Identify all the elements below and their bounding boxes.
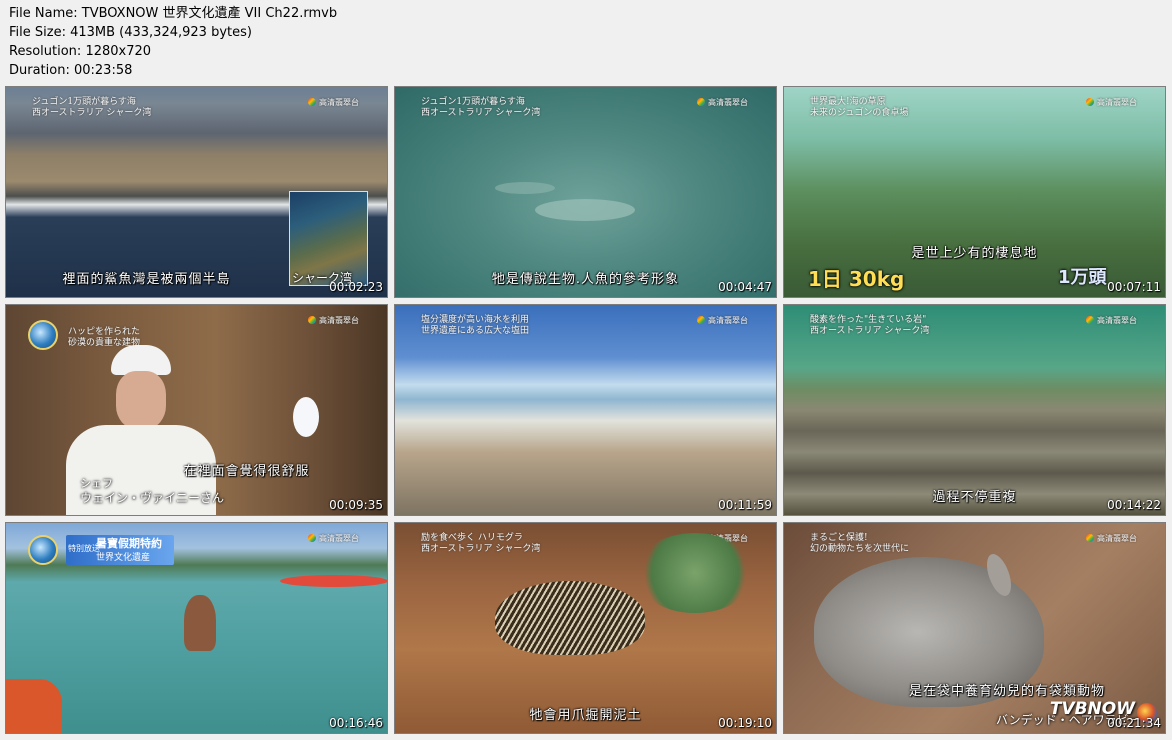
timestamp: 00:07:11	[1107, 280, 1161, 294]
station-logo: 高清翡翠台	[697, 97, 748, 108]
thumbnail-2[interactable]: ジュゴン1万頭が暮らす海 西オーストラリア シャーク湾 高清翡翠台 牠是傳說生物…	[394, 86, 777, 298]
plant-shape	[635, 533, 755, 613]
station-logo: 高清翡翠台	[308, 315, 359, 326]
thumbnail-9[interactable]: まるごと保護! 幻の動物たちを次世代に 高清翡翠台 是在袋中養育幼兒的有袋類動物…	[783, 522, 1166, 734]
kayak-shape	[6, 679, 62, 733]
station-logo: 高清翡翠台	[697, 315, 748, 326]
thumbnail-subtitle: 是世上少有的棲息地	[911, 246, 1038, 261]
thumbnail-caption: 酸素を作った"生きている岩" 西オーストラリア シャーク湾	[810, 315, 930, 336]
chef-name: ウェイン・ヴァイニーさん	[80, 491, 225, 505]
thumbnail-4[interactable]: ハッピを作られた 砂漠の貴重な建物 高清翡翠台 シェフ ウェイン・ヴァイニーさん…	[5, 304, 388, 516]
swimmer-figure	[184, 595, 216, 651]
thumbnail-subtitle: 在裡面會覺得很舒服	[183, 464, 310, 479]
thumbnail-6[interactable]: 酸素を作った"生きている岩" 西オーストラリア シャーク湾 高清翡翠台 過程不停…	[783, 304, 1166, 516]
timestamp: 00:19:10	[718, 716, 772, 730]
station-logo: 高清翡翠台	[1086, 533, 1137, 544]
program-globe-icon	[28, 320, 58, 350]
dugong-shape	[535, 199, 635, 221]
thumbnail-8[interactable]: 励を食べ歩く ハリモグラ 西オーストラリア シャーク湾 高清翡翠台 牠會用爪掘開…	[394, 522, 777, 734]
timestamp: 00:02:23	[329, 280, 383, 294]
thumbnail-caption: 塩分濃度が高い海水を利用 世界遺産にある広大な塩田	[421, 315, 530, 336]
program-globe-icon	[28, 535, 58, 565]
thumbnail-caption: まるごと保護! 幻の動物たちを次世代に	[810, 533, 910, 554]
echidna-shape	[495, 581, 645, 655]
file-size: File Size: 413MB (433,324,923 bytes)	[9, 25, 252, 40]
daily-intake-number: 1日 30kg	[808, 267, 905, 291]
thumbnail-caption: ジュゴン1万頭が暮らす海 西オーストラリア シャーク湾	[421, 97, 541, 118]
timestamp: 00:14:22	[1107, 498, 1161, 512]
station-logo: 高清翡翠台	[308, 533, 359, 544]
duration: Duration: 00:23:58	[9, 63, 133, 78]
timestamp: 00:16:46	[329, 716, 383, 730]
dugong-shape	[495, 182, 555, 194]
thumbnail-1[interactable]: ジュゴン1万頭が暮らす海 西オーストラリア シャーク湾 高清翡翠台 シャーク湾 …	[5, 86, 388, 298]
station-logo: 高清翡翠台	[1086, 315, 1137, 326]
thumbnail-subtitle: 是在袋中養育幼兒的有袋類動物	[908, 684, 1105, 699]
resolution: Resolution: 1280x720	[9, 44, 152, 59]
file-name: File Name: TVBOXNOW 世界文化遺產 VII Ch22.rmvb	[9, 6, 338, 21]
population-number: 1万頭	[1058, 267, 1107, 288]
station-logo: 高清翡翠台	[308, 97, 359, 108]
thumbnail-3[interactable]: 世界最大!海の草原 未来のジュゴンの食卓場 高清翡翠台 1日 30kg 1万頭 …	[783, 86, 1166, 298]
station-logo: 高清翡翠台	[1086, 97, 1137, 108]
thumbnail-5[interactable]: 塩分濃度が高い海水を利用 世界遺産にある広大な塩田 高清翡翠台 00:11:59	[394, 304, 777, 516]
thumbnail-7[interactable]: 特別放送 暑寶假期特約 世界文化遺産 高清翡翠台 00:16:46	[5, 522, 388, 734]
file-info: File Name: TVBOXNOW 世界文化遺產 VII Ch22.rmvb…	[9, 4, 337, 80]
timestamp: 00:09:35	[329, 498, 383, 512]
timestamp: 00:21:34	[1107, 716, 1161, 730]
kayak-shape	[280, 575, 387, 587]
thumbnail-caption: 世界最大!海の草原 未来のジュゴンの食卓場	[810, 97, 909, 118]
thumbnail-caption: ジュゴン1万頭が暮らす海 西オーストラリア シャーク湾	[32, 97, 152, 118]
window-light	[293, 397, 319, 437]
thumbnail-caption: 励を食べ歩く ハリモグラ 西オーストラリア シャーク湾	[421, 533, 541, 554]
banner-title: 暑寶假期特約	[96, 537, 162, 550]
timestamp: 00:11:59	[718, 498, 772, 512]
timestamp: 00:04:47	[718, 280, 772, 294]
thumbnail-subtitle: 裡面的鯊魚灣是被兩個半島	[62, 272, 231, 287]
banner-subtitle: 世界文化遺産	[96, 553, 151, 563]
